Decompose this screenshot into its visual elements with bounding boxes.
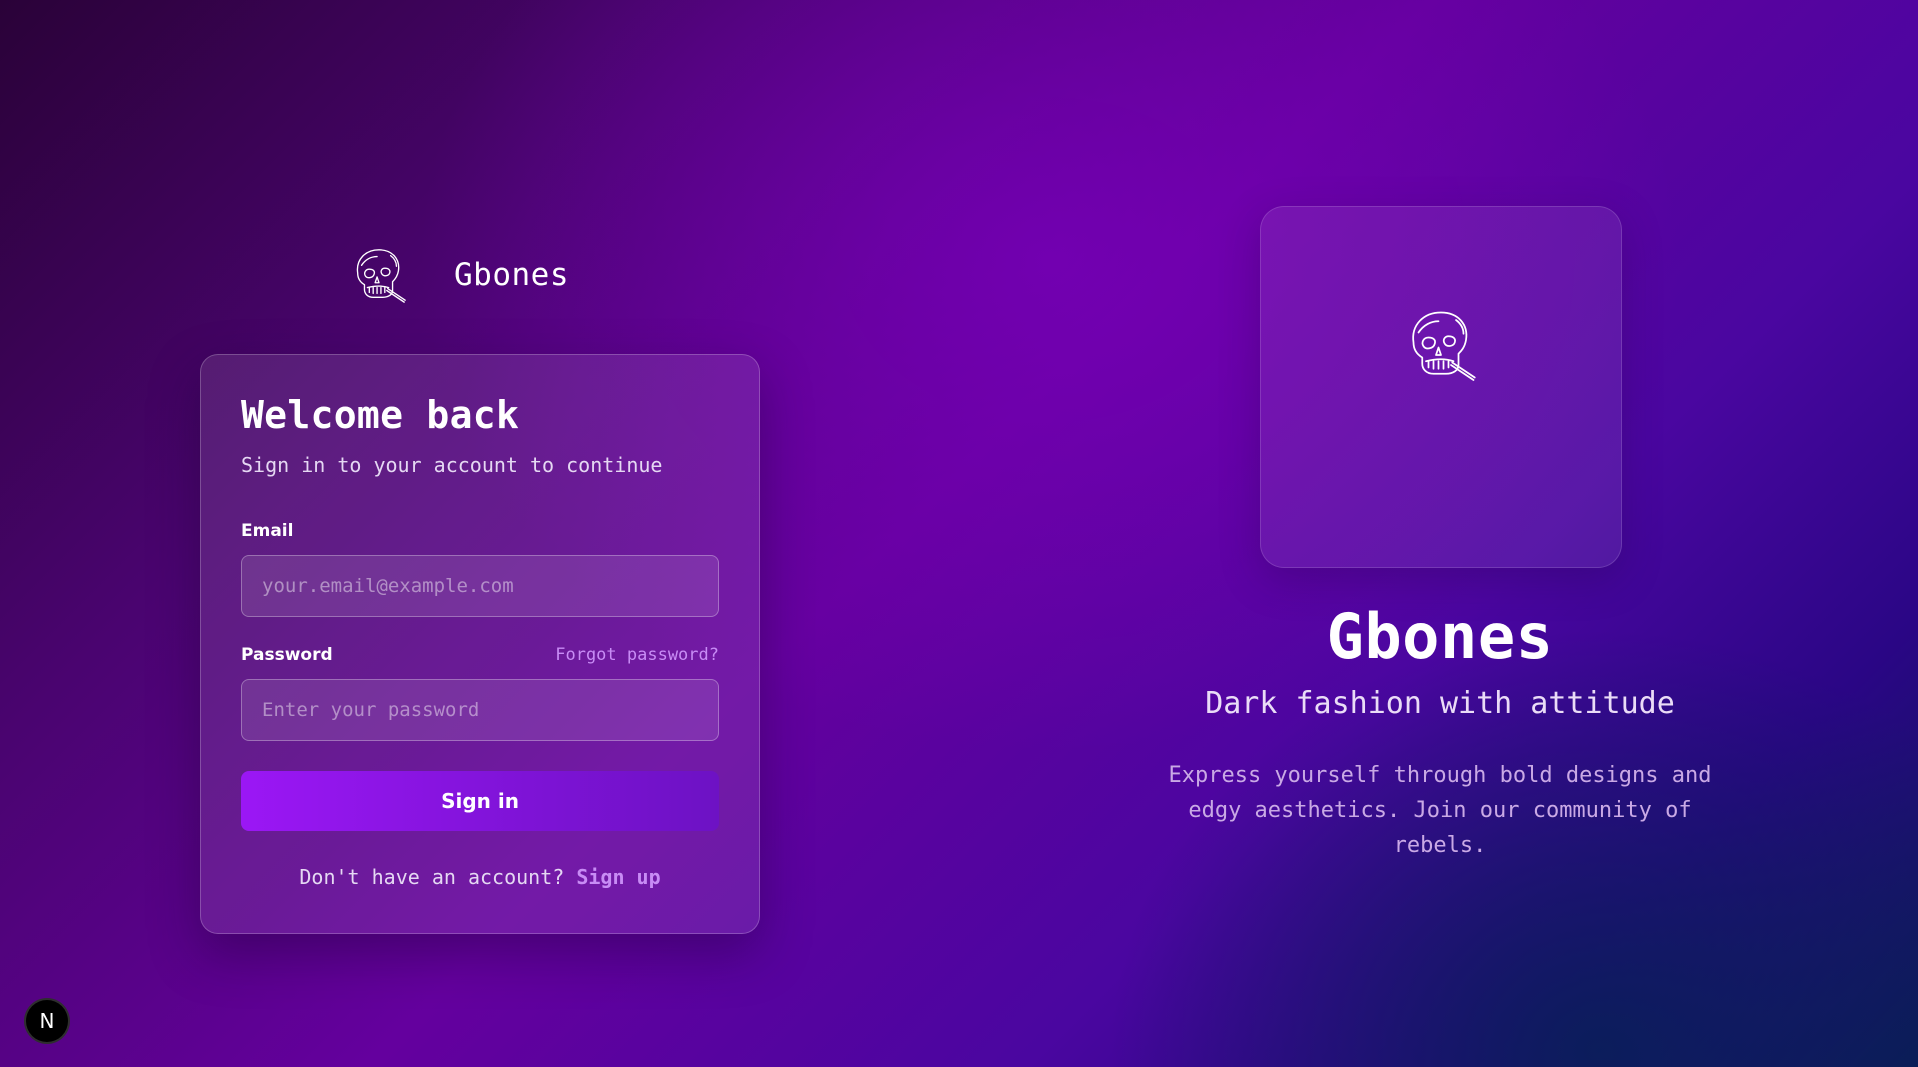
sign-up-link[interactable]: Sign up xyxy=(576,865,660,889)
password-label-row: Password Forgot password? xyxy=(241,645,719,665)
email-input[interactable] xyxy=(241,554,719,617)
hero-description: Express yourself through bold designs an… xyxy=(1168,763,1712,858)
sign-in-button[interactable]: Sign in xyxy=(241,770,719,831)
hero-logo-box xyxy=(1260,206,1622,568)
skull-icon xyxy=(356,249,406,303)
brand-name: Gbones xyxy=(454,257,569,293)
hero-title: Gbones xyxy=(1326,600,1554,673)
brand-header: Gbones xyxy=(348,240,569,310)
signup-prompt-row: Don't have an account? Sign up xyxy=(241,865,719,889)
signup-prompt: Don't have an account? xyxy=(299,864,565,889)
login-card: Welcome back Sign in to your account to … xyxy=(200,354,760,934)
email-label: Email xyxy=(241,520,294,541)
password-label: Password xyxy=(241,644,333,665)
hero-tagline: Dark fashion with attitude xyxy=(1205,686,1675,721)
dev-tools-badge[interactable]: N xyxy=(24,998,70,1044)
login-title: Welcome back xyxy=(241,393,520,437)
password-input[interactable] xyxy=(241,678,719,741)
login-subtitle: Sign in to your account to continue xyxy=(241,452,663,477)
skull-icon xyxy=(1412,311,1476,381)
forgot-password-link[interactable]: Forgot password? xyxy=(555,645,719,665)
